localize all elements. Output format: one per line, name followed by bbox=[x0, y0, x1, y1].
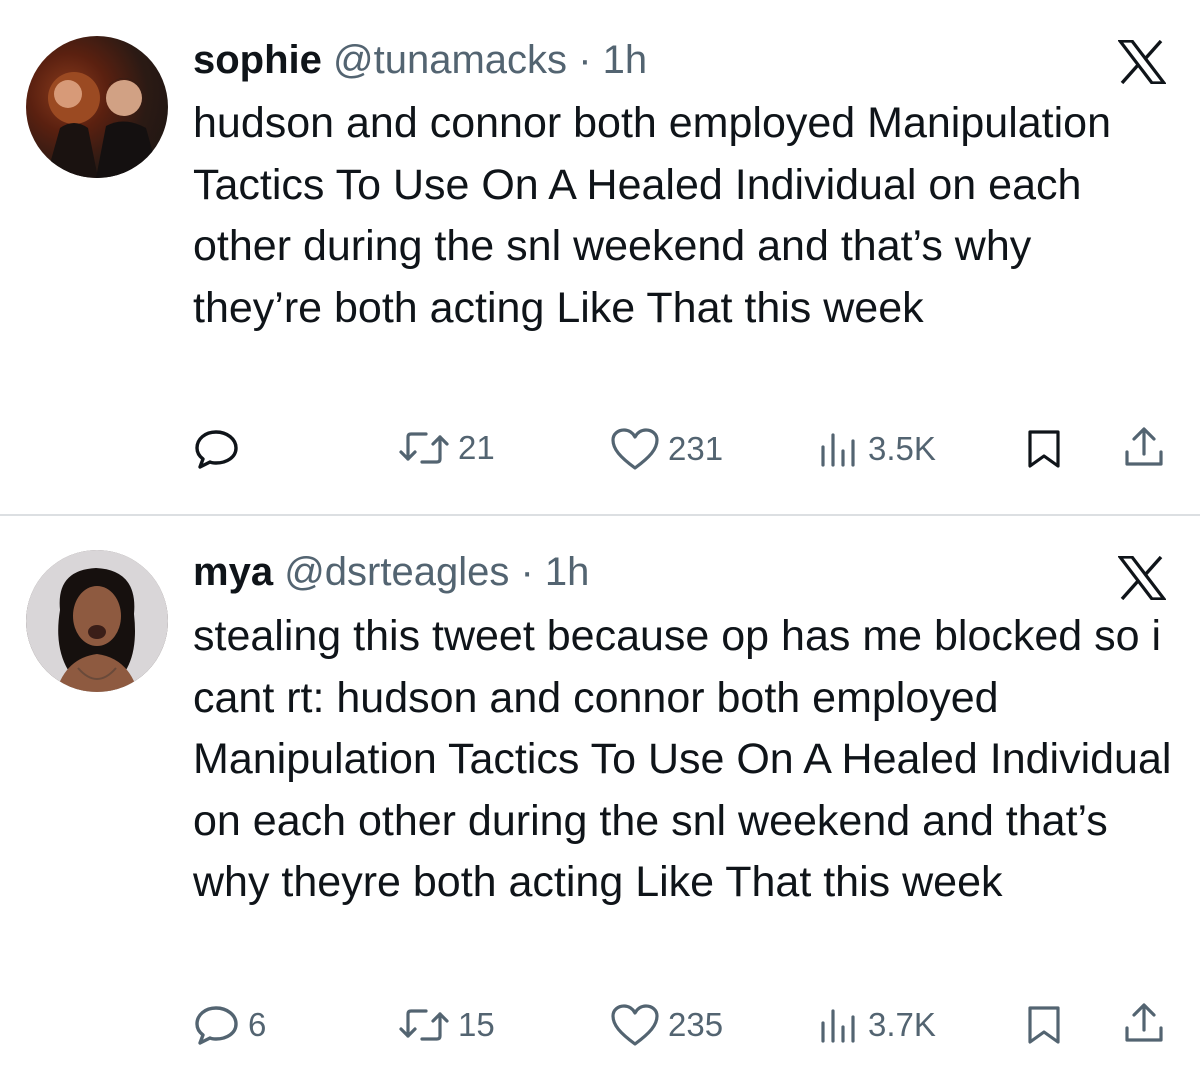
views-icon bbox=[818, 1005, 860, 1045]
retweet-icon bbox=[398, 1006, 450, 1044]
retweet-icon bbox=[398, 429, 450, 467]
views-button[interactable]: 3.7K bbox=[818, 1005, 936, 1045]
reply-button[interactable] bbox=[194, 429, 248, 469]
share-icon bbox=[1122, 1002, 1166, 1046]
like-button[interactable]: 235 bbox=[610, 1003, 723, 1047]
retweet-button[interactable]: 15 bbox=[398, 1006, 495, 1044]
display-name[interactable]: sophie bbox=[193, 38, 322, 82]
tweet-header: sophie @tunamacks · 1h bbox=[193, 36, 647, 84]
user-handle[interactable]: @dsrteagles bbox=[284, 550, 509, 594]
bookmark-button[interactable] bbox=[1024, 428, 1064, 470]
separator-dot: · bbox=[520, 550, 534, 594]
separator-dot: · bbox=[578, 38, 592, 82]
like-button[interactable]: 231 bbox=[610, 427, 723, 471]
reply-icon bbox=[194, 1005, 240, 1045]
tweet-card[interactable]: sophie @tunamacks · 1h hudson and connor… bbox=[0, 0, 1200, 514]
tweet-text: stealing this tweet because op has me bl… bbox=[193, 612, 1172, 906]
views-button[interactable]: 3.5K bbox=[818, 429, 936, 469]
avatar[interactable] bbox=[26, 36, 168, 178]
timestamp[interactable]: 1h bbox=[545, 550, 590, 594]
timestamp[interactable]: 1h bbox=[603, 38, 648, 82]
display-name[interactable]: mya bbox=[193, 550, 273, 594]
x-logo-icon bbox=[1116, 39, 1168, 85]
retweet-count: 21 bbox=[458, 429, 495, 466]
views-count: 3.5K bbox=[868, 430, 936, 467]
bookmark-icon bbox=[1024, 1004, 1064, 1046]
like-count: 231 bbox=[668, 430, 724, 467]
reply-button[interactable]: 6 bbox=[194, 1005, 266, 1045]
retweet-count: 15 bbox=[458, 1006, 495, 1043]
bookmark-icon bbox=[1024, 428, 1064, 470]
share-icon bbox=[1122, 426, 1166, 470]
like-icon bbox=[610, 427, 660, 471]
user-handle[interactable]: @tunamacks bbox=[333, 38, 567, 82]
bookmark-button[interactable] bbox=[1024, 1004, 1064, 1046]
reply-count: 6 bbox=[248, 1006, 267, 1043]
like-count: 235 bbox=[668, 1006, 724, 1043]
reply-icon bbox=[194, 429, 240, 469]
share-button[interactable] bbox=[1122, 426, 1166, 470]
x-logo-icon bbox=[1116, 555, 1168, 601]
like-icon bbox=[610, 1003, 660, 1047]
views-count: 3.7K bbox=[868, 1006, 936, 1043]
tweet-header: mya @dsrteagles · 1h bbox=[193, 548, 589, 596]
avatar[interactable] bbox=[26, 550, 168, 692]
share-button[interactable] bbox=[1122, 1002, 1166, 1046]
tweet-text: hudson and connor both employed Manipula… bbox=[193, 99, 1111, 332]
views-icon bbox=[818, 429, 860, 469]
retweet-button[interactable]: 21 bbox=[398, 429, 495, 467]
